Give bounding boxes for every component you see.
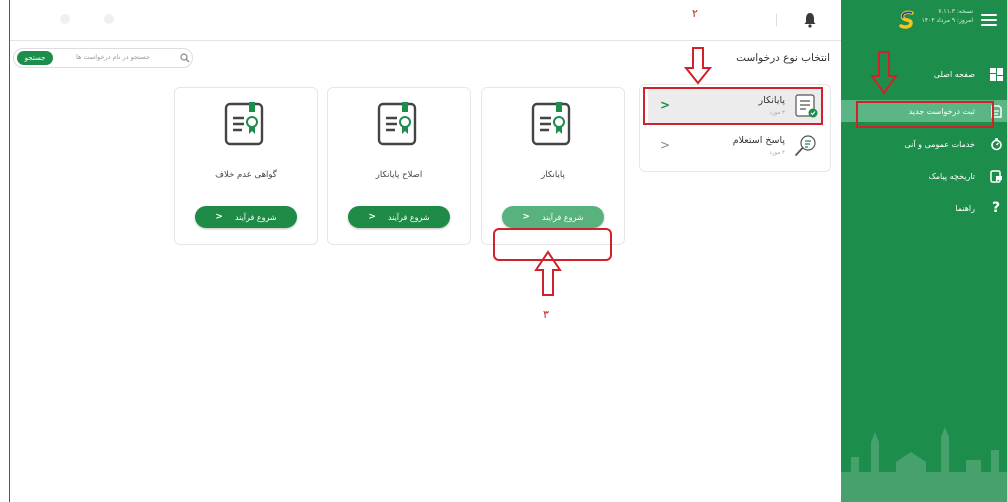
- help-icon: ?: [991, 200, 1001, 216]
- city-skyline-decoration: [841, 427, 1007, 502]
- certificate-icon: [531, 102, 571, 146]
- request-type-count: ۳ مورد: [769, 110, 785, 116]
- top-bar: [10, 0, 841, 41]
- new-request-icon: [989, 104, 1003, 118]
- sidebar-item-services[interactable]: خدمات عمومی و آنی: [841, 133, 1007, 155]
- sidebar-item-label: تاریخچه پیامک: [928, 171, 975, 181]
- dashboard-icon: [989, 67, 1003, 81]
- request-type-list: پایانکار ۳ مورد < پاسخ استعلام ۴ مورد <: [639, 84, 831, 172]
- annotation-arrow-down-icon: [683, 47, 713, 85]
- process-card: پایانکار شروع فرآیند <: [481, 87, 625, 245]
- version-label: نسخه: ۷.۱۱.۳: [938, 8, 973, 15]
- card-title: اصلاح پایانکار: [375, 170, 423, 180]
- search-input[interactable]: جستجو در نام درخواست ها: [76, 53, 150, 61]
- date-label: امروز: ۹ مرداد ۱۴۰۳: [921, 17, 973, 24]
- card-title: پایانکار: [541, 170, 565, 180]
- sidebar-item-label: خدمات عمومی و آنی: [904, 139, 976, 149]
- services-icon: [989, 137, 1003, 151]
- annotation-label: ۳: [543, 308, 549, 321]
- hamburger-menu-icon[interactable]: [981, 14, 997, 26]
- annotation-arrow-down-icon: [870, 51, 898, 95]
- certificate-icon: [377, 102, 417, 146]
- chevron-left-icon: <: [522, 212, 530, 222]
- toolbar-icon[interactable]: [60, 14, 70, 24]
- sidebar-item-new-request[interactable]: ثبت درخواست جدید: [841, 100, 1007, 122]
- sidebar-item-sms-history[interactable]: تاریخچه پیامک: [841, 165, 1007, 187]
- button-label: شروع فرآیند: [387, 212, 430, 222]
- inquiry-icon: [795, 135, 816, 156]
- process-card: اصلاح پایانکار شروع فرآیند <: [327, 87, 471, 245]
- chevron-left-icon: <: [215, 212, 223, 222]
- annotation-arrow-up-icon: [534, 250, 562, 296]
- request-type-count: ۴ مورد: [769, 150, 785, 156]
- certificate-icon: [795, 94, 818, 118]
- bell-icon[interactable]: [803, 12, 817, 28]
- card-title: گواهی عدم خلاف: [215, 170, 277, 180]
- sidebar-item-label: راهنما: [955, 203, 975, 213]
- request-type-title: پایانکار: [758, 95, 785, 106]
- sidebar-item-label: صفحه اصلی: [933, 69, 975, 79]
- version-info: نسخه: ۷.۱۱.۳ امروز: ۹ مرداد ۱۴۰۳: [913, 7, 973, 25]
- request-type-item[interactable]: پاسخ استعلام ۴ مورد <: [648, 129, 823, 163]
- button-label: شروع فرآیند: [541, 212, 584, 222]
- search-icon: [180, 53, 190, 63]
- start-process-button[interactable]: شروع فرآیند <: [195, 206, 297, 228]
- button-label: شروع فرآیند: [234, 212, 277, 222]
- annotation-label: ۲: [692, 7, 698, 20]
- start-process-button[interactable]: شروع فرآیند <: [348, 206, 450, 228]
- request-type-item[interactable]: پایانکار ۳ مورد <: [648, 89, 823, 123]
- chevron-left-icon: <: [368, 212, 376, 222]
- process-card: گواهی عدم خلاف شروع فرآیند <: [174, 87, 318, 245]
- chevron-left-icon: <: [660, 138, 671, 152]
- start-process-button[interactable]: شروع فرآیند <: [502, 206, 604, 228]
- certificate-icon: [224, 102, 264, 146]
- chevron-left-icon: <: [660, 98, 671, 112]
- sms-history-icon: [989, 169, 1003, 183]
- sidebar-item-label: ثبت درخواست جدید: [908, 106, 975, 116]
- request-type-title: پاسخ استعلام: [732, 135, 785, 146]
- sidebar-item-help[interactable]: ? راهنما: [841, 197, 1007, 219]
- search-bar: جستجو جستجو در نام درخواست ها: [13, 48, 193, 68]
- window-edge: [9, 0, 10, 502]
- sidebar: نسخه: ۷.۱۱.۳ امروز: ۹ مرداد ۱۴۰۳ صفحه اص…: [841, 0, 1007, 502]
- search-button[interactable]: جستجو: [17, 51, 53, 65]
- sidebar-item-home[interactable]: صفحه اصلی: [841, 63, 1007, 85]
- divider: [776, 14, 777, 26]
- toolbar-icon[interactable]: [104, 14, 114, 24]
